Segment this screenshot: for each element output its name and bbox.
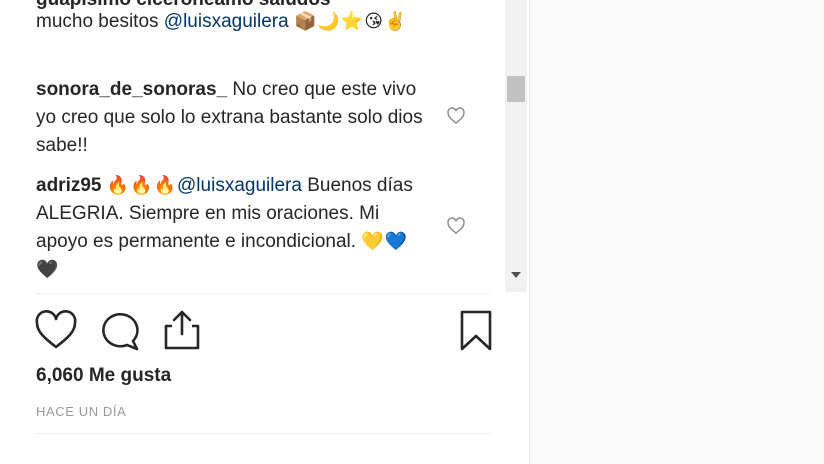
- comment-item: sonora_de_sonoras_ No creo que este vivo…: [36, 76, 431, 160]
- scroll-down-arrow-icon[interactable]: [511, 272, 521, 278]
- mention-link[interactable]: @luisxaguilera: [177, 175, 302, 196]
- comment-text: mucho besitos: [36, 11, 164, 32]
- scrollbar-thumb[interactable]: [507, 76, 525, 102]
- mention-link[interactable]: @luisxaguilera: [164, 11, 289, 32]
- likes-count[interactable]: 6,060 Me gusta: [36, 362, 171, 390]
- comment-username[interactable]: sonora_de_sonoras_: [36, 79, 227, 100]
- post-panel: guapisimo ciceroneamo saludos mucho besi…: [0, 0, 530, 464]
- like-heart-icon[interactable]: [34, 308, 78, 352]
- comment-emoji: 🔥🔥🔥: [106, 175, 178, 196]
- post-timestamp[interactable]: HACE UN DÍA: [36, 400, 126, 424]
- comment-item: mucho besitos @luisxaguilera 📦🌙⭐😘✌️: [36, 8, 446, 36]
- bookmark-save-icon[interactable]: [454, 308, 498, 352]
- comments-scrollbar[interactable]: [505, 0, 527, 292]
- comments-list: guapisimo ciceroneamo saludos mucho besi…: [36, 0, 496, 292]
- comment-username[interactable]: adriz95: [36, 175, 101, 196]
- like-comment-heart-icon[interactable]: [446, 216, 466, 236]
- comment-emoji: 📦🌙⭐😘✌️: [293, 11, 408, 32]
- like-comment-heart-icon[interactable]: [446, 106, 466, 126]
- comment-item: adriz95 🔥🔥🔥@luisxaguilera Buenos días AL…: [36, 172, 431, 284]
- share-upload-icon[interactable]: [160, 308, 204, 352]
- divider: [36, 433, 490, 434]
- comment-bubble-icon[interactable]: [97, 308, 141, 352]
- divider: [36, 293, 490, 294]
